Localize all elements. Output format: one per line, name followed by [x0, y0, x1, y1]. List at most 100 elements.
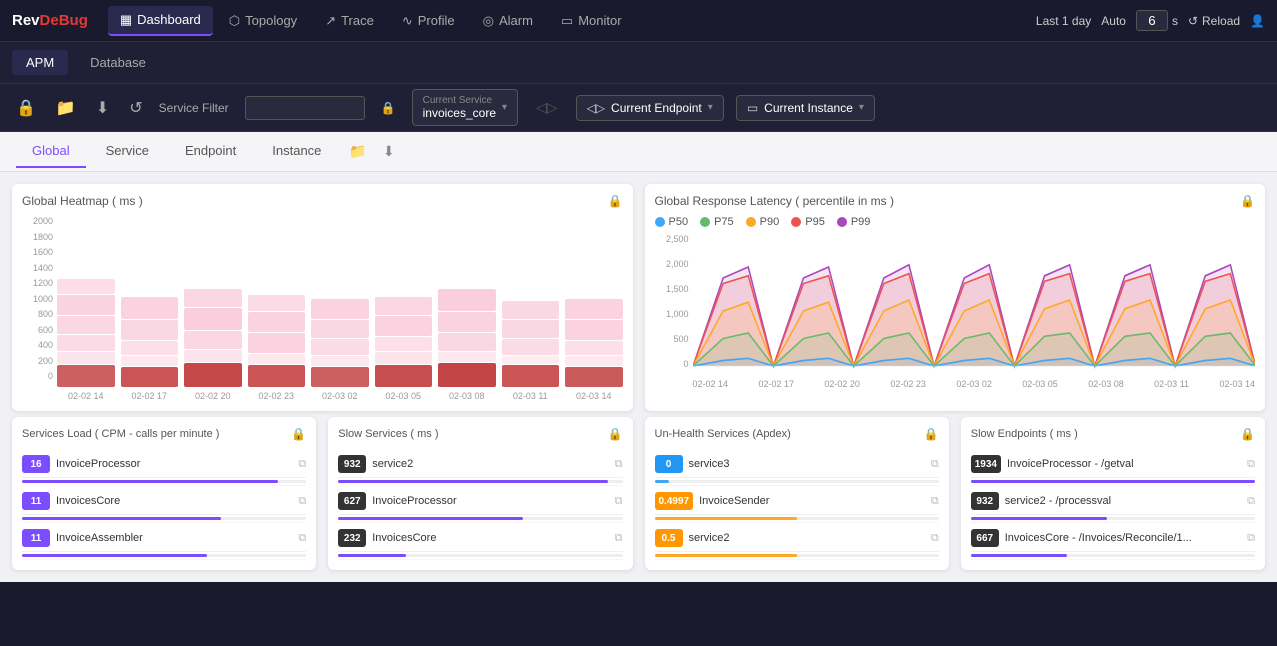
tab-service[interactable]: Service — [90, 135, 165, 168]
latency-y-axis: 2,500 2,000 1,500 1,000 500 0 — [655, 234, 693, 389]
legend-p50: P50 — [655, 216, 689, 228]
slow-badge-1: 932 — [338, 455, 366, 473]
tab-endpoint[interactable]: Endpoint — [169, 135, 252, 168]
heatmap-col-4 — [248, 216, 306, 387]
tab-global[interactable]: Global — [16, 135, 86, 168]
reload-button[interactable]: ↺ Reload — [1188, 14, 1240, 28]
copy-icon-1[interactable]: ⧉ — [298, 458, 306, 471]
slow-copy-1[interactable]: ⧉ — [615, 458, 623, 471]
ep-copy-2[interactable]: ⧉ — [1247, 495, 1255, 508]
folder-icon[interactable]: 📁 — [52, 94, 80, 122]
nav-item-alarm[interactable]: ◎ Alarm — [471, 7, 545, 35]
heatmap-col-3 — [184, 216, 242, 387]
ep-badge-2: 932 — [971, 492, 999, 510]
slow-service-item-2: 627 InvoiceProcessor ⧉ — [338, 486, 622, 523]
monitor-icon: ▭ — [561, 13, 573, 29]
ep-copy-3[interactable]: ⧉ — [1247, 532, 1255, 545]
current-instance-dropdown[interactable]: ▭ Current Instance ▾ — [736, 95, 875, 121]
copy-icon-3[interactable]: ⧉ — [298, 532, 306, 545]
legend-p99: P99 — [837, 216, 871, 228]
unhealth-copy-3[interactable]: ⧉ — [931, 532, 939, 545]
heatmap-col-9 — [565, 216, 623, 387]
badge-1: 16 — [22, 455, 50, 473]
slow-endpoints-header: Slow Endpoints ( ms ) 🔒 — [971, 427, 1255, 441]
nav-item-dashboard[interactable]: ▦ Dashboard — [108, 6, 213, 36]
tab-apm[interactable]: APM — [12, 50, 68, 75]
trace-icon: ↗ — [325, 13, 336, 29]
save-layout-icon[interactable]: 📁 — [345, 139, 370, 164]
service-name-1: InvoiceProcessor — [56, 458, 292, 470]
latency-legend: P50 P75 P90 P95 P99 — [655, 216, 1256, 228]
unhealth-panel: Un-Health Services (Apdex) 🔒 0 service3 … — [645, 417, 949, 570]
heatmap-x-labels: 02-02 14 02-02 17 02-02 20 02-02 23 02-0… — [57, 391, 623, 401]
user-avatar[interactable]: 👤 — [1250, 14, 1265, 28]
slow-endpoint-item-3: 667 InvoicesCore - /Invoices/Reconcile/1… — [971, 523, 1255, 560]
filter-bar: 🔒 📁 ⬇ ↺ Service Filter 🔒 Current Service… — [0, 84, 1277, 132]
latency-x-labels: 02-02 14 02-02 17 02-02 20 02-02 23 02-0… — [693, 379, 1256, 389]
service-filter-label: Service Filter — [159, 101, 229, 115]
latency-lock-icon: 🔒 — [1240, 194, 1255, 208]
nav-item-monitor[interactable]: ▭ Monitor — [549, 7, 634, 35]
current-service-dropdown[interactable]: Current Service invoices_core ▾ — [412, 89, 518, 126]
slow-copy-3[interactable]: ⧉ — [615, 532, 623, 545]
service-filter-input[interactable] — [245, 96, 365, 120]
services-load-lock: 🔒 — [291, 427, 306, 441]
latency-panel: Global Response Latency ( percentile in … — [645, 184, 1266, 411]
ep-copy-1[interactable]: ⧉ — [1247, 458, 1255, 471]
reload-icon: ↺ — [1188, 14, 1198, 28]
slow-service-name-3: InvoicesCore — [372, 532, 608, 544]
service-name-2: InvoicesCore — [56, 495, 292, 507]
nav-item-profile[interactable]: ∿ Profile — [390, 7, 467, 35]
heatmap-header: Global Heatmap ( ms ) 🔒 — [22, 194, 623, 208]
heatmap-col-7 — [438, 216, 496, 387]
slow-copy-2[interactable]: ⧉ — [615, 495, 623, 508]
heatmap-cols — [57, 216, 623, 387]
latency-title: Global Response Latency ( percentile in … — [655, 194, 894, 208]
heatmap-lock-icon: 🔒 — [608, 194, 623, 208]
slow-endpoints-panel: Slow Endpoints ( ms ) 🔒 1934 InvoiceProc… — [961, 417, 1265, 570]
logo: RevDeBug — [12, 12, 88, 29]
lock-icon[interactable]: 🔒 — [12, 94, 40, 122]
chevron-instance-icon: ▾ — [859, 102, 864, 113]
ep-name-2: service2 - /processval — [1005, 495, 1241, 507]
profile-icon: ∿ — [402, 13, 413, 29]
nav-item-trace[interactable]: ↗ Trace — [313, 7, 386, 35]
services-load-header: Services Load ( CPM - calls per minute )… — [22, 427, 306, 441]
slow-service-item-3: 232 InvoicesCore ⧉ — [338, 523, 622, 560]
slow-service-name-1: service2 — [372, 458, 608, 470]
unhealth-item-2: 0.4997 InvoiceSender ⧉ — [655, 486, 939, 523]
copy-icon-2[interactable]: ⧉ — [298, 495, 306, 508]
tab-instance[interactable]: Instance — [256, 135, 337, 168]
unhealth-name-2: InvoiceSender — [699, 495, 925, 507]
endpoint-icon: ◁▷ — [587, 101, 605, 115]
interval-input[interactable] — [1136, 10, 1168, 31]
unhealth-badge-2: 0.4997 — [655, 492, 694, 510]
nav-item-topology[interactable]: ⬡ Topology — [217, 7, 309, 35]
heatmap-chart-area: 2000 1800 1600 1400 1200 1000 800 600 40… — [22, 216, 623, 401]
current-endpoint-dropdown[interactable]: ◁▷ Current Endpoint ▾ — [576, 95, 724, 121]
services-load-panel: Services Load ( CPM - calls per minute )… — [12, 417, 316, 570]
unhealth-name-1: service3 — [689, 458, 925, 470]
slow-endpoints-title: Slow Endpoints ( ms ) — [971, 428, 1078, 440]
badge-3: 11 — [22, 529, 50, 547]
slow-service-name-2: InvoiceProcessor — [372, 495, 608, 507]
refresh-icon[interactable]: ↺ — [125, 94, 146, 122]
alarm-icon: ◎ — [483, 13, 494, 29]
slow-services-lock: 🔒 — [608, 427, 623, 441]
unhealth-copy-1[interactable]: ⧉ — [931, 458, 939, 471]
p99-dot — [837, 217, 847, 227]
latency-header: Global Response Latency ( percentile in … — [655, 194, 1256, 208]
slow-service-item-1: 932 service2 ⧉ — [338, 449, 622, 486]
top-right-controls: Last 1 day Auto s ↺ Reload 👤 — [1036, 10, 1265, 31]
export-icon[interactable]: ⬇ — [379, 139, 399, 164]
tab-database[interactable]: Database — [76, 50, 160, 75]
dashboard-icon: ▦ — [120, 12, 132, 28]
heatmap-col-1 — [57, 216, 115, 387]
p75-dot — [700, 217, 710, 227]
unhealth-copy-2[interactable]: ⧉ — [931, 495, 939, 508]
time-range-label: Last 1 day — [1036, 14, 1091, 28]
unhealth-badge-3: 0.5 — [655, 529, 683, 547]
heatmap-y-axis: 2000 1800 1600 1400 1200 1000 800 600 40… — [22, 216, 57, 401]
chevron-endpoint-icon: ▾ — [708, 102, 713, 113]
download-icon[interactable]: ⬇ — [92, 94, 113, 122]
